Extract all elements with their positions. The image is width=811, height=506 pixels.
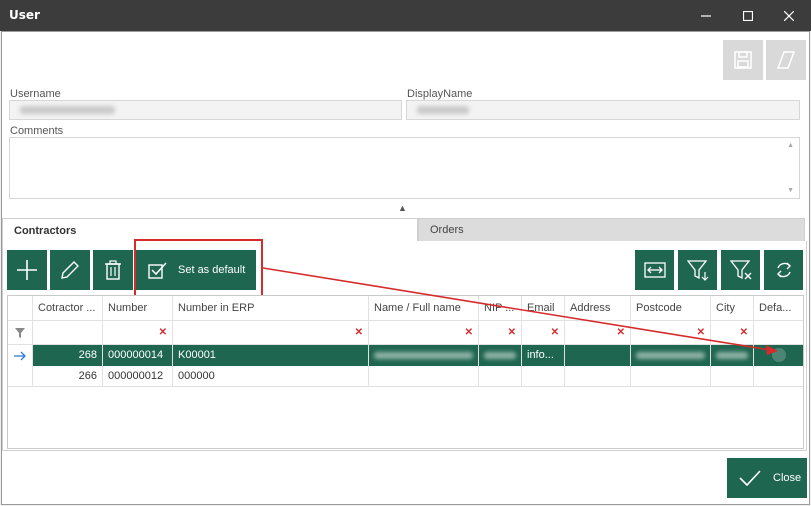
window-title: User <box>9 8 40 22</box>
col-header[interactable]: Defa... <box>754 296 803 320</box>
col-header[interactable]: Name / Full name <box>369 296 479 320</box>
arrow-right-icon <box>14 351 26 361</box>
clear-filter-icon[interactable]: ✕ <box>740 327 748 338</box>
filter-input[interactable]: ✕ <box>103 321 173 344</box>
cell-city[interactable] <box>711 366 754 386</box>
username-input[interactable] <box>9 100 402 120</box>
filter-input[interactable] <box>754 321 803 344</box>
cell-address[interactable] <box>565 345 631 366</box>
cell-nip[interactable] <box>479 345 522 366</box>
table-row[interactable]: 268 000000014 K00001 info... <box>8 345 803 366</box>
cell-number[interactable]: 000000012 <box>103 366 173 386</box>
col-header[interactable]: Number in ERP <box>173 296 369 320</box>
filter-icon <box>15 328 25 338</box>
cell-postcode[interactable] <box>631 345 711 366</box>
edit-button[interactable] <box>50 250 90 290</box>
filter-input[interactable]: ✕ <box>565 321 631 344</box>
col-header[interactable]: Number <box>103 296 173 320</box>
scroll-up-icon[interactable]: ▲ <box>787 142 794 149</box>
delete-button[interactable] <box>93 250 133 290</box>
username-label: Username <box>10 88 61 100</box>
minimize-button[interactable] <box>684 0 728 31</box>
filter-input[interactable]: ✕ <box>479 321 522 344</box>
table-row[interactable]: 266 000000012 000000 <box>8 366 803 387</box>
comments-label: Comments <box>10 125 64 137</box>
cell-email[interactable]: info... <box>522 345 565 366</box>
plus-icon <box>17 260 37 280</box>
clear-filter-icon[interactable]: ✕ <box>697 327 705 338</box>
default-radio-icon[interactable] <box>772 348 786 362</box>
cell-erp[interactable]: K00001 <box>173 345 369 366</box>
contractors-grid: Cotractor ... Number Number in ERP Name … <box>7 295 804 449</box>
filter-row: ✕ ✕ ✕ ✕ ✕ ✕ ✕ ✕ <box>8 321 803 345</box>
clear-filter-icon[interactable]: ✕ <box>465 327 473 338</box>
clear-filter-icon[interactable]: ✕ <box>551 327 559 338</box>
cell-default[interactable] <box>754 345 803 366</box>
cell-contractor[interactable]: 266 <box>33 366 103 386</box>
scroll-down-icon[interactable]: ▼ <box>787 187 794 194</box>
top-actions <box>723 40 806 80</box>
filter-clear-icon <box>729 260 751 280</box>
trash-icon <box>105 260 121 280</box>
clear-filter-icon[interactable]: ✕ <box>159 327 167 338</box>
filter-input[interactable]: ✕ <box>711 321 754 344</box>
maximize-icon <box>743 10 753 21</box>
cell-name[interactable] <box>369 366 479 386</box>
clear-filter-icon[interactable]: ✕ <box>617 327 625 338</box>
col-header[interactable]: NIP ... <box>479 296 522 320</box>
col-header[interactable]: Postcode <box>631 296 711 320</box>
close-label: Close <box>773 472 802 484</box>
fit-width-icon <box>643 262 666 278</box>
grid-header: Cotractor ... Number Number in ERP Name … <box>8 296 803 321</box>
pencil-icon <box>61 261 79 279</box>
window-titlebar: User <box>0 0 811 31</box>
close-window-button[interactable] <box>767 0 811 31</box>
filter-input[interactable] <box>33 321 103 344</box>
save-button[interactable] <box>723 40 763 80</box>
eraser-icon <box>776 51 796 69</box>
clear-filter-icon[interactable]: ✕ <box>355 327 363 338</box>
cell-name[interactable] <box>369 345 479 366</box>
col-header[interactable]: Cotractor ... <box>33 296 103 320</box>
tab-orders[interactable]: Orders <box>418 218 805 242</box>
displayname-input[interactable] <box>406 100 800 120</box>
cell-erp[interactable]: 000000 <box>173 366 369 386</box>
filter-input[interactable]: ✕ <box>631 321 711 344</box>
refresh-button[interactable] <box>764 250 803 290</box>
filter-input[interactable]: ✕ <box>369 321 479 344</box>
cell-nip[interactable] <box>479 366 522 386</box>
col-header[interactable]: City <box>711 296 754 320</box>
cell-default[interactable] <box>754 366 803 386</box>
clear-filter-icon[interactable]: ✕ <box>508 327 516 338</box>
filter-down-icon <box>686 260 708 281</box>
filter-button[interactable] <box>678 250 717 290</box>
tab-strip: Contractors Orders <box>2 218 807 242</box>
col-header[interactable]: Address <box>565 296 631 320</box>
highlight-box <box>134 239 263 297</box>
displayname-label: DisplayName <box>407 88 473 100</box>
cell-number[interactable]: 000000014 <box>103 345 173 366</box>
comments-textarea[interactable]: ▲ ▼ <box>9 137 800 199</box>
eraser-button[interactable] <box>766 40 806 80</box>
cell-city[interactable] <box>711 345 754 366</box>
checkmark-icon <box>739 470 761 486</box>
cell-postcode[interactable] <box>631 366 711 386</box>
close-icon <box>784 10 794 21</box>
minimize-icon <box>701 14 711 17</box>
cell-email[interactable] <box>522 366 565 386</box>
save-icon <box>734 51 752 69</box>
collapse-chevron-icon[interactable]: ▲ <box>398 203 407 213</box>
cell-contractor[interactable]: 268 <box>33 345 103 366</box>
clear-filter-button[interactable] <box>721 250 760 290</box>
filter-input[interactable]: ✕ <box>173 321 369 344</box>
cell-address[interactable] <box>565 366 631 386</box>
fit-columns-button[interactable] <box>635 250 674 290</box>
col-header[interactable]: Email <box>522 296 565 320</box>
refresh-icon <box>776 262 791 278</box>
add-button[interactable] <box>7 250 47 290</box>
maximize-button[interactable] <box>726 0 770 31</box>
filter-input[interactable]: ✕ <box>522 321 565 344</box>
close-button[interactable]: Close <box>727 458 807 498</box>
